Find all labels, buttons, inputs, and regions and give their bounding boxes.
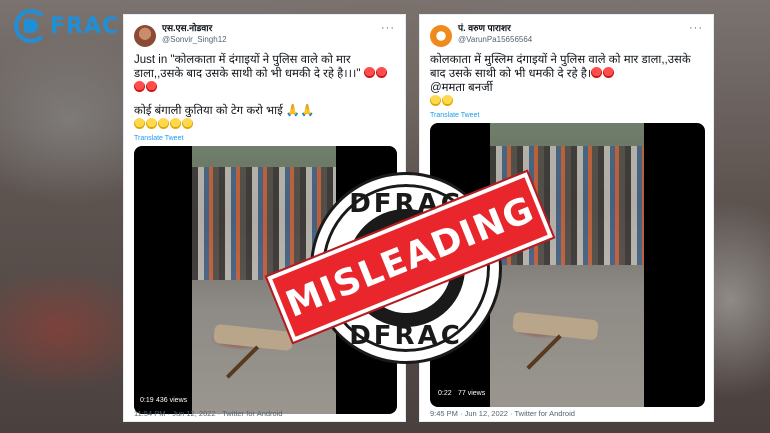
user-handle[interactable]: @Sonvir_Singh12 [162, 34, 381, 45]
tweet-header: एस.एस.नोडवार @Sonvir_Singh12 ··· [134, 23, 395, 53]
tweet-text-line: कोलकाता में मुस्लिम दंगाइयों ने पुलिस वा… [430, 54, 691, 80]
more-options-icon[interactable]: ··· [689, 23, 703, 34]
crying-face-icon [182, 118, 193, 129]
crying-face-icon [134, 118, 145, 129]
crying-face-icon [442, 95, 453, 106]
tweet-meta[interactable]: 11:54 PM · Jun 12, 2022 · Twitter for An… [134, 409, 283, 418]
user-handle[interactable]: @VarunPa15656564 [458, 34, 689, 45]
crying-face-icon [430, 95, 441, 106]
angry-face-icon [375, 67, 387, 78]
tweet-header: पं. वरुण पाराशर @VarunPa15656564 ··· [430, 23, 703, 53]
rifle [526, 334, 562, 370]
avatar[interactable] [430, 25, 452, 47]
tweet-text-line[interactable]: @ममता बनर्जी [430, 81, 703, 95]
emoji-row [134, 118, 395, 132]
more-options-icon[interactable]: ··· [381, 23, 395, 34]
translate-tweet-link[interactable]: Translate Tweet [430, 112, 703, 119]
avatar[interactable] [134, 25, 156, 47]
display-name[interactable]: पं. वरुण पाराशर [458, 23, 689, 34]
angry-face-icon [146, 81, 157, 92]
video-duration: 0:19 [140, 397, 154, 404]
angry-face-icon [591, 67, 603, 78]
video-duration: 0:22 [438, 390, 452, 397]
tweet-text-line: कोई बंगाली कुतिया को टेग करो भाई 🙏🙏 [134, 105, 315, 117]
display-name[interactable]: एस.एस.नोडवार [162, 23, 381, 34]
rifle [225, 345, 260, 380]
translate-tweet-link[interactable]: Translate Tweet [134, 135, 395, 142]
dfrac-logo-icon [14, 9, 48, 43]
video-views: 436 views [156, 397, 188, 404]
tweet-text-line: Just in "कोलकाता में दंगाइयों ने पुलिस व… [134, 53, 395, 95]
tweet-text: कोलकाता में मुस्लिम दंगाइयों ने पुलिस वा… [430, 53, 703, 109]
video-views: 77 views [458, 390, 486, 397]
angry-face-icon [134, 81, 145, 92]
angry-face-icon [363, 67, 375, 78]
logo-text: FRAC [50, 13, 120, 39]
tweet-text: Just in "कोलकाता में दंगाइयों ने पुलिस व… [134, 53, 395, 132]
dfrac-logo: FRAC [14, 8, 119, 44]
crying-face-icon [170, 118, 181, 129]
emoji-row [430, 95, 703, 109]
tweet-card-1: एस.एस.नोडवार @Sonvir_Singh12 ··· Just in… [123, 14, 406, 422]
crying-face-icon [158, 118, 169, 129]
crying-face-icon [146, 118, 157, 129]
angry-face-icon [603, 67, 615, 78]
video-frame [490, 123, 644, 407]
tweet-meta[interactable]: 9:45 PM · Jun 12, 2022 · Twitter for And… [430, 409, 575, 418]
